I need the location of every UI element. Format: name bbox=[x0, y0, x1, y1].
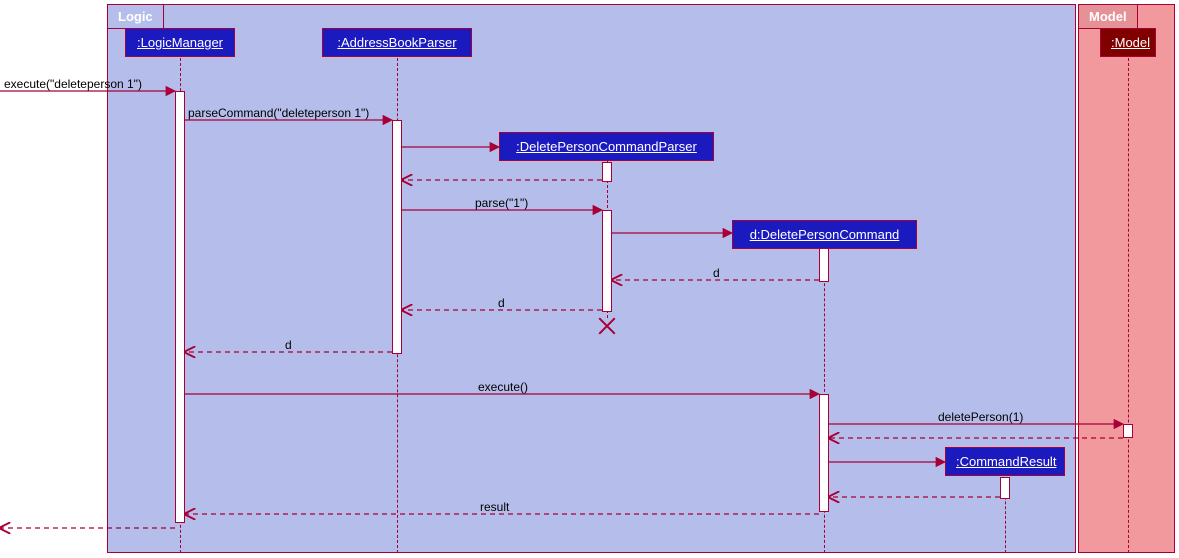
frame-model-title: Model bbox=[1079, 5, 1138, 29]
activation bbox=[819, 394, 829, 512]
activation bbox=[1123, 424, 1133, 438]
lifeline-model bbox=[1128, 58, 1129, 553]
activation bbox=[392, 120, 402, 354]
sequence-diagram: Logic Model :LogicManager :AddressBookPa… bbox=[0, 0, 1179, 558]
msg-label: parseCommand("deleteperson 1") bbox=[188, 106, 369, 120]
participant-cmd-result: :CommandResult bbox=[945, 447, 1065, 476]
participant-dpc: d:DeletePersonCommand bbox=[732, 220, 917, 249]
activation bbox=[602, 162, 612, 182]
frame-model: Model bbox=[1078, 4, 1175, 553]
activation bbox=[602, 210, 612, 312]
activation bbox=[175, 91, 185, 523]
participant-parser: :AddressBookParser bbox=[322, 28, 472, 57]
msg-label: d bbox=[713, 266, 720, 280]
msg-label: d bbox=[498, 296, 505, 310]
participant-logic-manager: :LogicManager bbox=[125, 28, 235, 57]
msg-label: execute() bbox=[478, 380, 528, 394]
participant-model: :Model bbox=[1100, 28, 1156, 57]
participant-dpc-parser: :DeletePersonCommandParser bbox=[499, 132, 714, 161]
msg-label: d bbox=[285, 338, 292, 352]
activation bbox=[1000, 477, 1010, 499]
activation bbox=[819, 248, 829, 282]
frame-logic: Logic bbox=[107, 4, 1076, 553]
msg-label: result bbox=[480, 500, 509, 514]
msg-label: deletePerson(1) bbox=[938, 410, 1023, 424]
msg-label: parse("1") bbox=[475, 196, 528, 210]
destroy-icon bbox=[596, 315, 618, 337]
frame-logic-title: Logic bbox=[108, 5, 164, 29]
msg-label: execute("deleteperson 1") bbox=[4, 77, 142, 91]
